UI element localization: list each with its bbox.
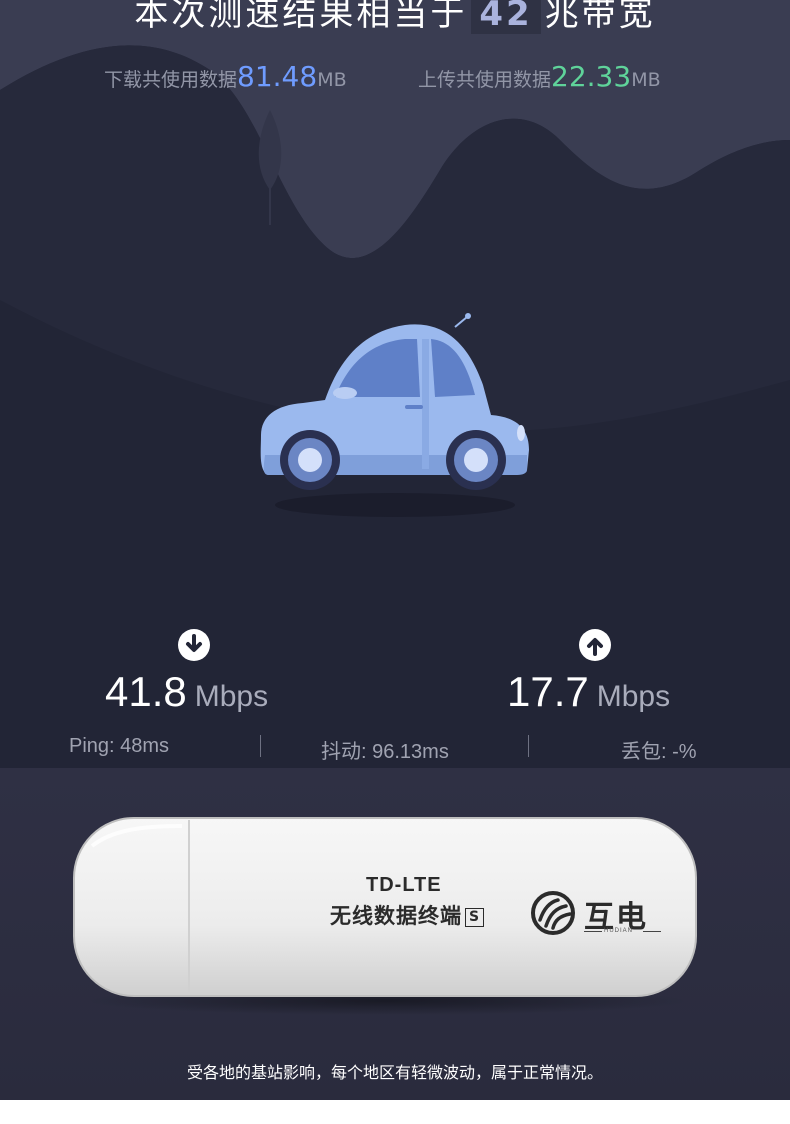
arrow-down-circle-icon <box>178 629 210 661</box>
headline-prefix: 本次测速结果相当于 <box>134 0 468 34</box>
brand-underline <box>643 931 661 932</box>
product-panel: TD-LTE 无线数据终端 S 互电 HUDIAN 受各地的基站影响，每个地区有轻… <box>0 768 790 1100</box>
stat-divider <box>260 735 261 757</box>
upload-speed: 17.7 Mbps <box>507 668 670 716</box>
upload-usage-label: 上传共使用数据 <box>418 69 552 91</box>
download-speed-value: 41.8 <box>105 668 187 715</box>
disclaimer-text: 受各地的基站影响，每个地区有轻微波动，属于正常情况。 <box>186 1063 603 1082</box>
jitter-stat: 抖动: 96.13ms <box>321 741 449 763</box>
headline: 本次测速结果相当于 42 兆带宽 <box>0 0 790 35</box>
download-usage-label: 下载共使用数据 <box>104 69 238 91</box>
speed-test-panel: 本次测速结果相当于 42 兆带宽 下载共使用数据81.48MB 上传共使用数据22.… <box>0 0 790 768</box>
ping-stat: Ping: 48ms <box>69 735 170 757</box>
download-speed: 41.8 Mbps <box>105 668 268 716</box>
download-usage: 下载共使用数据81.48MB <box>104 60 347 93</box>
product-badge: S <box>465 908 485 927</box>
product-name: 无线数据终端 S <box>330 900 485 930</box>
brand-subtitle: HUDIAN <box>604 928 634 934</box>
upload-usage-value: 22.33 <box>551 60 632 93</box>
download-usage-value: 81.48 <box>237 60 318 93</box>
car-illustration <box>260 313 529 517</box>
arrow-up-circle-icon <box>579 629 611 661</box>
download-speed-unit: Mbps <box>194 680 269 713</box>
packet-loss-stat: 丢包: -% <box>621 741 697 763</box>
upload-speed-value: 17.7 <box>507 668 589 715</box>
upload-speed-unit: Mbps <box>596 680 671 713</box>
bandwidth-value: 42 <box>471 0 541 34</box>
upload-usage: 上传共使用数据22.33MB <box>418 60 661 93</box>
download-usage-unit: MB <box>317 69 347 91</box>
product-name-text: 无线数据终端 <box>330 904 462 928</box>
brand-underline <box>584 931 602 932</box>
product-model: TD-LTE <box>366 874 442 896</box>
headline-suffix: 兆带宽 <box>544 0 656 34</box>
upload-usage-unit: MB <box>631 69 661 91</box>
stat-divider <box>528 735 529 757</box>
brand-logo-icon <box>531 891 575 935</box>
